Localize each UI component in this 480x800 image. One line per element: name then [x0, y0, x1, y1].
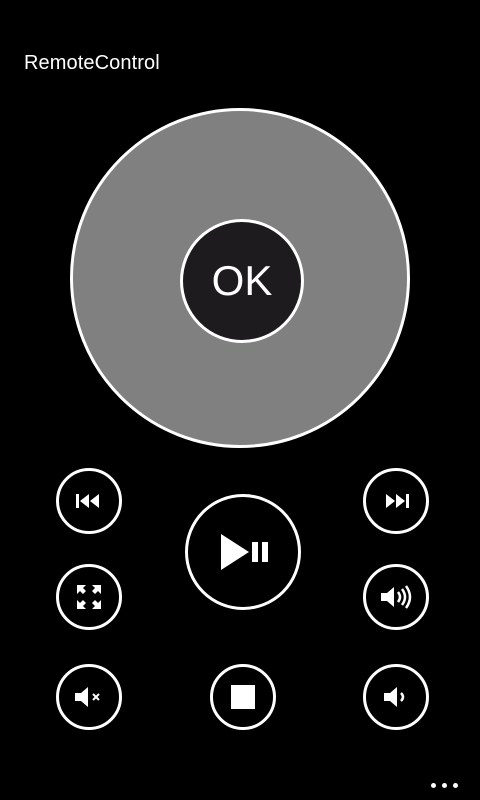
app-title: RemoteControl	[24, 52, 160, 74]
ok-label: OK	[211, 257, 273, 304]
fullscreen-button[interactable]	[56, 564, 122, 630]
previous-track-icon	[76, 494, 99, 508]
volume-up-button[interactable]	[363, 564, 429, 630]
ok-button[interactable]: OK	[180, 219, 304, 343]
fullscreen-icon	[77, 585, 101, 609]
more-dots-icon	[431, 783, 436, 788]
previous-track-button[interactable]	[56, 468, 122, 534]
more-options-button[interactable]	[431, 783, 458, 788]
play-pause-button[interactable]	[185, 494, 301, 610]
next-track-button[interactable]	[363, 468, 429, 534]
more-dots-icon	[453, 783, 458, 788]
mute-button[interactable]	[56, 664, 122, 730]
more-dots-icon	[442, 783, 447, 788]
volume-down-icon	[384, 687, 405, 707]
stop-icon	[231, 685, 255, 709]
play-pause-icon	[221, 534, 268, 570]
volume-down-button[interactable]	[363, 664, 429, 730]
next-track-icon	[386, 494, 409, 508]
stop-button[interactable]	[210, 664, 276, 730]
mute-icon	[75, 687, 100, 707]
volume-up-icon	[381, 585, 412, 609]
